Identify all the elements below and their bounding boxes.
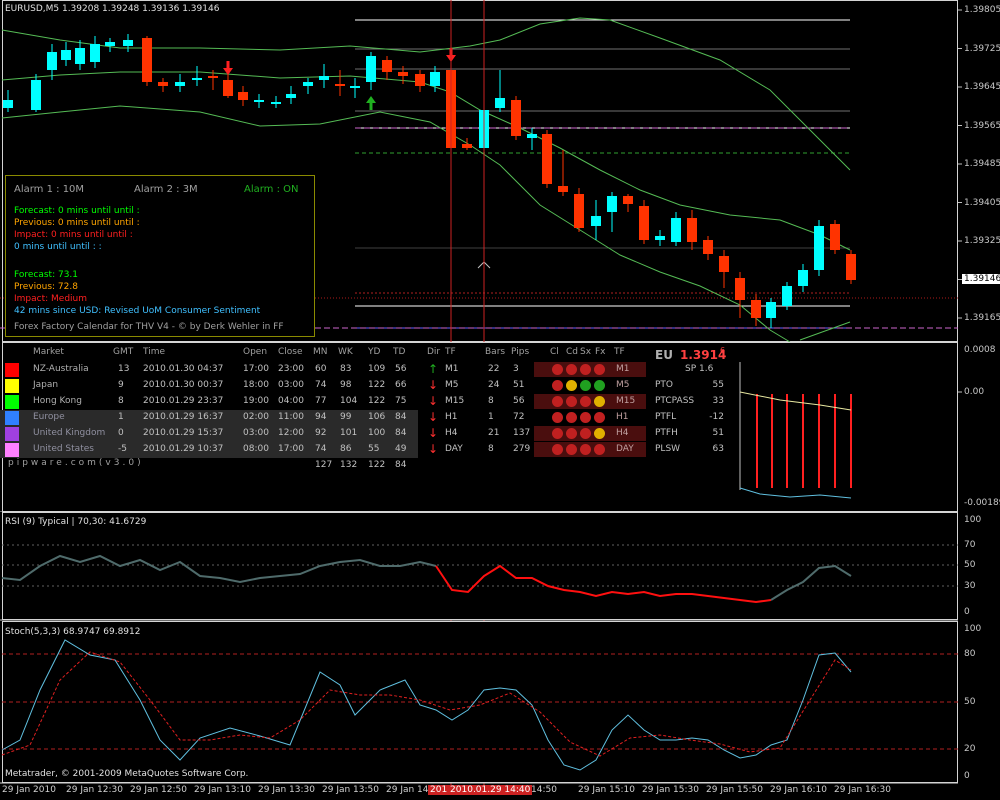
stoch-plot	[0, 639, 958, 784]
stoch-level-label: 50	[964, 697, 976, 707]
time-axis-label: 29 Jan 15:10	[578, 785, 635, 795]
time-axis-label: 29 Jan 13:50	[322, 785, 379, 795]
stoch-level-label: 20	[964, 744, 976, 754]
stoch-level-label: 80	[964, 649, 976, 659]
stoch-level-label: 0	[964, 771, 970, 781]
time-axis-label: 29 Jan 16:30	[834, 785, 891, 795]
time-axis-label: 29 Jan 16:10	[770, 785, 827, 795]
time-axis-label: 29 Jan 12:50	[130, 785, 187, 795]
time-axis-label: 29 Jan 12:30	[66, 785, 123, 795]
time-axis-label: 29 Jan 2010	[2, 785, 56, 795]
stoch-level-label: 100	[964, 624, 982, 634]
time-axis-label: 29 Jan 13:30	[258, 785, 315, 795]
time-axis-label: 29 Jan 14:	[386, 785, 432, 795]
cursor-time-label: 201 2010.01.29 14:40	[428, 785, 533, 795]
time-axis-label: 29 Jan 15:50	[706, 785, 763, 795]
stoch-d-line	[1, 651, 852, 757]
time-axis-label: 29 Jan 13:10	[194, 785, 251, 795]
stoch-k-line	[1, 639, 852, 771]
time-axis-label: 29 Jan 15:30	[642, 785, 699, 795]
